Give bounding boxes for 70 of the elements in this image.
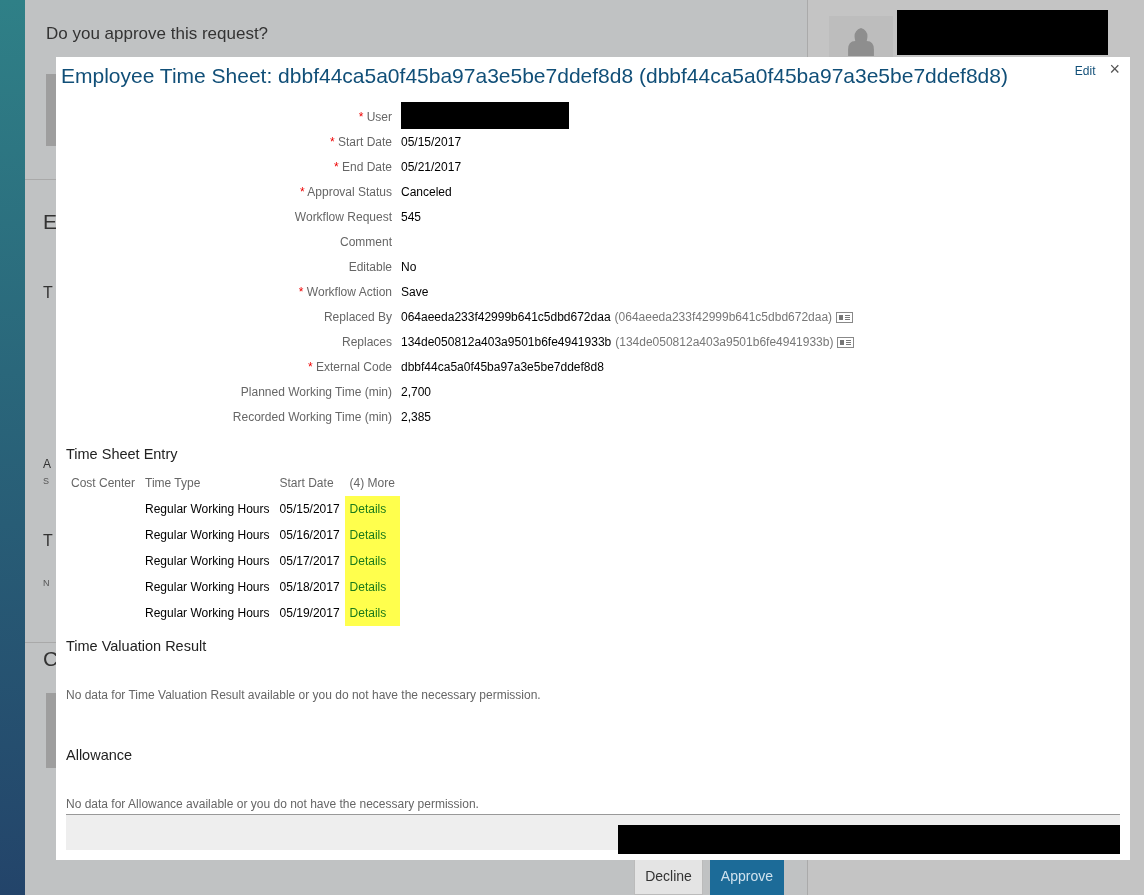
field-label-text: External Code [315,359,392,374]
close-button[interactable]: × [1109,60,1120,78]
field-value: 2,385 [401,408,432,426]
field-value: 05/21/2017 [401,158,462,176]
field-label-text: Workflow Action [306,284,392,299]
required-marker: * [299,184,305,199]
table-cell: 05/19/2017 [274,600,345,627]
required-marker: * [307,359,313,374]
details-link[interactable]: Details [349,606,387,621]
field-value: 134de050812a403a9501b6fe4941933b [401,333,612,351]
field-value: 2,700 [401,383,432,401]
field-label-text: User [366,109,392,124]
table-cell: 05/18/2017 [274,574,345,601]
field-label-text: Workflow Request [294,209,392,224]
table-cell-text: Regular Working Hours [144,527,271,545]
details-link[interactable]: Details [349,502,387,517]
details-link[interactable]: Details [349,528,387,543]
field-label-text: Start Date [337,134,392,149]
card-icon[interactable] [836,311,854,323]
text-fragment: A [43,456,51,473]
field-value: No [401,258,417,276]
required-marker: * [333,159,339,174]
field-value: Canceled [401,183,452,201]
reference-id: (134de050812a403a9501b6fe4941933b) [615,333,834,351]
empty-message: No data for Allowance available or you do not have the necessary permission. [65,795,480,813]
text-fragment: N [43,576,50,590]
field-label-text: Replaces [341,334,392,349]
field-label-text: Approval Status [307,184,392,199]
table-cell-text: Regular Working Hours [144,579,271,597]
field-value: Save [401,283,429,301]
section-heading: Time Valuation Result [65,637,208,657]
field-label-text: Editable [348,259,392,274]
required-marker: * [329,134,335,149]
approve-button[interactable]: Approve [709,858,784,895]
question-heading: Do you approve this request? [46,23,269,45]
table-cell-text: Regular Working Hours [144,605,271,623]
reference-id: (064aeeda233f42999b641c5dbd672daa) [614,308,833,326]
text-fragment: E [43,208,57,235]
field-label-text: Replaced By [323,309,392,324]
details-link[interactable]: Details [349,554,387,569]
required-marker: * [298,284,304,299]
field-value: 064aeeda233f42999b641c5dbd672daa [401,308,611,326]
text-fragment: T [43,283,53,303]
section-heading: Allowance [65,746,134,765]
card-icon[interactable] [837,336,855,348]
empty-message: No data for Time Valuation Result available or you do not have the necessary permission. [65,687,542,704]
text-fragment: T [43,530,53,551]
required-marker: * [358,109,364,124]
field-value: 545 [401,208,422,226]
table-cell: 05/16/2017 [274,522,345,549]
section-heading: Time Sheet Entry [65,444,179,464]
decline-button[interactable]: Decline [634,858,703,895]
field-value: dbbf44ca5a0f45ba97a3e5be7ddef8d8 [401,358,604,376]
column-header: Cost Center [70,475,137,493]
field-value: 05/15/2017 [401,133,462,151]
column-header: Time Type [144,475,202,493]
dialog-title: Employee Time Sheet: dbbf44ca5a0f45ba97a3e5be7ddef8d8 (dbbf44ca5a0f45ba97a3e5be7ddef8d8) [61,63,1009,89]
table-cell: 05/15/2017 [274,496,345,523]
text-fragment: S [43,475,49,488]
column-header: Start Date [274,470,345,497]
field-label-text: Recorded Working Time (min) [232,409,392,424]
table-cell: 05/17/2017 [274,548,345,575]
table-cell-text: Regular Working Hours [144,553,271,571]
field-label-text: End Date [341,159,392,174]
column-header: (4) More [344,470,400,497]
field-label-text: Planned Working Time (min) [240,384,392,399]
table-cell-text: Regular Working Hours [144,501,271,519]
edit-link[interactable]: Edit [1074,62,1096,80]
details-link[interactable]: Details [349,580,387,595]
field-label-text: Comment [340,234,392,249]
